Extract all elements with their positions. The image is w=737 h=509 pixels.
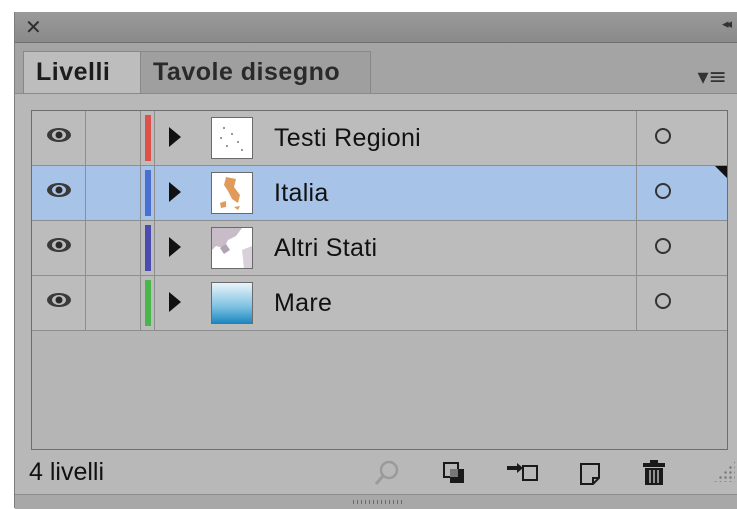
layer-count: 4 livelli <box>29 458 105 486</box>
expand-triangle-icon[interactable] <box>169 182 181 202</box>
panel-menu-icon[interactable]: ▾≡ <box>698 65 727 90</box>
layer-name[interactable]: Italia <box>274 166 329 220</box>
tab-livelli[interactable]: Livelli <box>23 51 141 93</box>
layer-thumbnail <box>211 117 253 159</box>
layer-row-italia[interactable]: Italia <box>32 166 727 221</box>
visibility-toggle[interactable] <box>32 276 86 330</box>
layer-row-testi-regioni[interactable]: Testi Regioni <box>32 111 727 166</box>
layer-color-bar <box>145 115 151 161</box>
layer-name[interactable]: Testi Regioni <box>274 111 421 165</box>
layer-color-bar <box>145 170 151 216</box>
layer-thumbnail <box>211 282 253 324</box>
panel-bottom-strip <box>15 494 737 509</box>
expand-triangle-icon[interactable] <box>169 237 181 257</box>
eye-icon <box>47 238 71 252</box>
target-cell[interactable] <box>636 221 727 275</box>
lock-toggle[interactable] <box>86 276 141 330</box>
eye-icon <box>47 183 71 197</box>
lock-toggle[interactable] <box>86 221 141 275</box>
delete-icon[interactable] <box>639 458 669 488</box>
create-sublayer-icon[interactable] <box>503 458 543 488</box>
tab-tavole-disegno[interactable]: Tavole disegno <box>141 51 371 93</box>
target-cell[interactable] <box>636 111 727 165</box>
eye-icon <box>47 128 71 142</box>
layers-panel: ✕ ◂◂ Livelli Tavole disegno ▾≡ Testi Reg… <box>14 12 737 509</box>
panel-titlebar: ✕ ◂◂ <box>15 12 737 43</box>
target-circle-icon[interactable] <box>655 128 671 144</box>
locate-object-icon[interactable] <box>370 458 404 488</box>
target-circle-icon[interactable] <box>655 293 671 309</box>
collapse-panel-icon[interactable]: ◂◂ <box>722 17 732 32</box>
expand-triangle-icon[interactable] <box>169 127 181 147</box>
layer-row-altri-stati[interactable]: Altri Stati <box>32 221 727 276</box>
selection-indicator-icon <box>715 166 727 178</box>
layer-color-bar <box>145 225 151 271</box>
cell-divider <box>154 166 155 220</box>
cell-divider <box>154 276 155 330</box>
layer-thumbnail <box>211 227 253 269</box>
visibility-toggle[interactable] <box>32 166 86 220</box>
target-cell[interactable] <box>636 276 727 330</box>
layer-name[interactable]: Altri Stati <box>274 221 377 275</box>
visibility-toggle[interactable] <box>32 221 86 275</box>
layer-thumbnail <box>211 172 253 214</box>
tab-bar: Livelli Tavole disegno ▾≡ <box>15 43 737 94</box>
layer-name[interactable]: Mare <box>274 276 332 330</box>
new-layer-icon[interactable] <box>575 458 605 488</box>
expand-triangle-icon[interactable] <box>169 292 181 312</box>
make-clipping-mask-icon[interactable] <box>439 458 469 488</box>
visibility-toggle[interactable] <box>32 111 86 165</box>
cell-divider <box>154 221 155 275</box>
layer-row-mare[interactable]: Mare <box>32 276 727 331</box>
layer-color-bar <box>145 280 151 326</box>
cell-divider <box>154 111 155 165</box>
lock-toggle[interactable] <box>86 111 141 165</box>
target-circle-icon[interactable] <box>655 183 671 199</box>
target-circle-icon[interactable] <box>655 238 671 254</box>
panel-footer: 4 livelli <box>15 452 737 492</box>
eye-icon <box>47 293 71 307</box>
layers-list: Testi Regioni Italia Altri Stati Mare <box>31 110 728 450</box>
drag-handle-icon[interactable] <box>353 500 405 504</box>
lock-toggle[interactable] <box>86 166 141 220</box>
target-cell[interactable] <box>636 166 727 220</box>
close-icon[interactable]: ✕ <box>25 16 42 38</box>
